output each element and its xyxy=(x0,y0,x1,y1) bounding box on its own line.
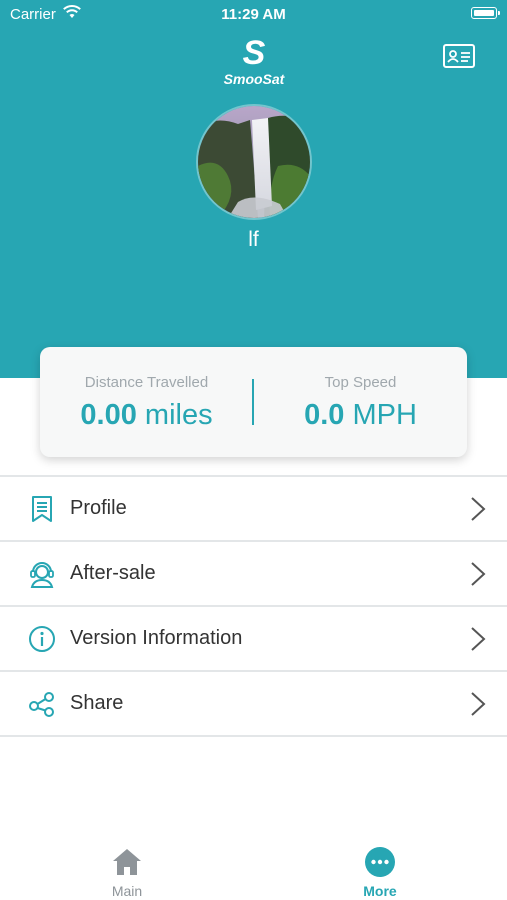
id-card-icon[interactable] xyxy=(443,44,475,68)
tab-bar: Main More xyxy=(0,840,507,900)
menu-item-label: Version Information xyxy=(70,627,243,649)
menu-item-label: Profile xyxy=(70,497,127,519)
distance-stat: Distance Travelled 0.00 miles xyxy=(40,347,253,457)
avatar[interactable] xyxy=(196,104,312,220)
top-speed-label: Top Speed xyxy=(324,374,397,391)
profile-document-icon xyxy=(32,496,52,522)
tab-main-label: Main xyxy=(111,883,143,899)
top-speed-stat: Top Speed 0.0 MPH xyxy=(254,347,467,457)
distance-unit: miles xyxy=(144,399,213,431)
logo-mark: S xyxy=(242,34,266,72)
top-speed-unit: MPH xyxy=(352,399,417,431)
menu-item-after-sale[interactable]: After-sale xyxy=(0,540,507,605)
tab-more[interactable]: More xyxy=(320,840,440,900)
distance-value: 0.00 miles xyxy=(40,399,253,432)
distance-label: Distance Travelled xyxy=(84,374,209,391)
stats-card: Distance Travelled 0.00 miles Top Speed … xyxy=(40,347,467,457)
chevron-right-icon xyxy=(471,497,486,521)
status-time: 11:29 AM xyxy=(221,6,286,23)
top-speed-value: 0.0 MPH xyxy=(254,399,467,432)
status-bar: Carrier 11:29 AM xyxy=(0,0,507,28)
chevron-right-icon xyxy=(471,562,486,586)
more-dots-icon xyxy=(365,847,395,877)
home-icon xyxy=(113,849,141,875)
app-logo: S SmooSat xyxy=(218,36,290,92)
settings-menu: Profile After-sale Version Information S… xyxy=(0,475,507,737)
logo-text: SmooSat xyxy=(223,71,285,87)
menu-item-profile[interactable]: Profile xyxy=(0,475,507,540)
username: lf xyxy=(248,228,259,251)
avatar-waterfall-image xyxy=(198,106,310,218)
profile-header: Carrier 11:29 AM S SmooSat lf xyxy=(0,0,507,378)
menu-item-share[interactable]: Share xyxy=(0,670,507,737)
menu-item-version-information[interactable]: Version Information xyxy=(0,605,507,670)
chevron-right-icon xyxy=(471,692,486,716)
distance-number: 0.00 xyxy=(80,399,137,431)
chevron-right-icon xyxy=(471,627,486,651)
tab-more-label: More xyxy=(363,883,397,899)
menu-item-label: Share xyxy=(70,692,124,714)
customer-service-icon xyxy=(30,562,54,588)
top-speed-number: 0.0 xyxy=(304,399,345,431)
share-icon xyxy=(29,692,54,717)
tab-main[interactable]: Main xyxy=(67,840,187,900)
menu-item-label: After-sale xyxy=(70,562,156,584)
battery-icon xyxy=(471,7,500,19)
info-icon xyxy=(29,626,55,652)
